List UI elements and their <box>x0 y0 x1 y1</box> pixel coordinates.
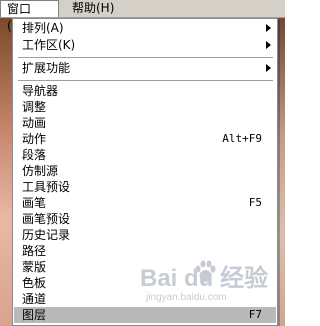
menu-bar: 窗口(W) 帮助(H) <box>0 0 285 33</box>
menu-item-masks[interactable]: 蒙版 <box>14 259 276 275</box>
menu-item-label: 扩展功能 <box>22 61 71 75</box>
menu-item-layers[interactable]: 图层 F7 <box>14 307 276 323</box>
menu-item-adjustments[interactable]: 调整 <box>14 99 276 115</box>
submenu-arrow-icon <box>266 41 271 49</box>
menu-item-tool-presets[interactable]: 工具预设 <box>14 179 276 195</box>
menu-item-navigator[interactable]: 导航器 <box>14 83 276 99</box>
menu-separator <box>18 80 273 82</box>
menu-item-brush-presets[interactable]: 画笔预设 <box>14 211 276 227</box>
menu-item-label: 排列(A) <box>22 21 64 35</box>
window-dropdown-menu: 排列(A) 工作区(K) 扩展功能 导航器 调整 动画 动作 Alt+F9 段落… <box>12 18 278 326</box>
menu-item-arrange[interactable]: 排列(A) <box>14 20 276 36</box>
menu-item-label: 蒙版 <box>22 260 47 274</box>
menu-item-label: 调整 <box>22 100 47 114</box>
menu-item-label: 画笔 <box>22 196 47 210</box>
menu-item-animation[interactable]: 动画 <box>14 115 276 131</box>
menu-item-actions[interactable]: 动作 Alt+F9 <box>14 131 276 147</box>
submenu-arrow-icon <box>266 64 271 72</box>
menu-item-brush[interactable]: 画笔 F5 <box>14 195 276 211</box>
menu-item-channels[interactable]: 通道 <box>14 291 276 307</box>
menu-item-label: 仿制源 <box>22 164 59 178</box>
menu-item-label: 通道 <box>22 292 47 306</box>
menu-item-label: 动画 <box>22 116 47 130</box>
menu-item-extensions[interactable]: 扩展功能 <box>14 60 276 76</box>
menu-item-label: 路径 <box>22 244 47 258</box>
menu-item-shortcut: F5 <box>248 196 262 209</box>
menu-item-workspace[interactable]: 工作区(K) <box>14 37 276 53</box>
menu-item-history[interactable]: 历史记录 <box>14 227 276 243</box>
menu-item-label: 段落 <box>22 148 47 162</box>
menu-item-swatches[interactable]: 色板 <box>14 275 276 291</box>
menu-item-label: 动作 <box>22 132 47 146</box>
submenu-arrow-icon <box>266 24 271 32</box>
menu-item-label: 工作区(K) <box>22 38 76 52</box>
menu-item-label: 色板 <box>22 276 47 290</box>
menu-help[interactable]: 帮助(H) <box>66 0 126 17</box>
menu-item-paths[interactable]: 路径 <box>14 243 276 259</box>
menu-item-label: 历史记录 <box>22 228 71 242</box>
menu-item-label: 画笔预设 <box>22 212 71 226</box>
background-canvas-left <box>0 18 12 326</box>
menu-item-shortcut: F7 <box>248 308 262 321</box>
menu-item-label: 导航器 <box>22 84 59 98</box>
menu-item-label: 工具预设 <box>22 180 71 194</box>
menu-window[interactable]: 窗口(W) <box>0 0 59 33</box>
menu-separator <box>18 57 273 59</box>
menu-item-shortcut: Alt+F9 <box>222 132 262 145</box>
menu-item-label: 图层 <box>22 308 47 322</box>
menu-item-clone-source[interactable]: 仿制源 <box>14 163 276 179</box>
menu-item-paragraph[interactable]: 段落 <box>14 147 276 163</box>
